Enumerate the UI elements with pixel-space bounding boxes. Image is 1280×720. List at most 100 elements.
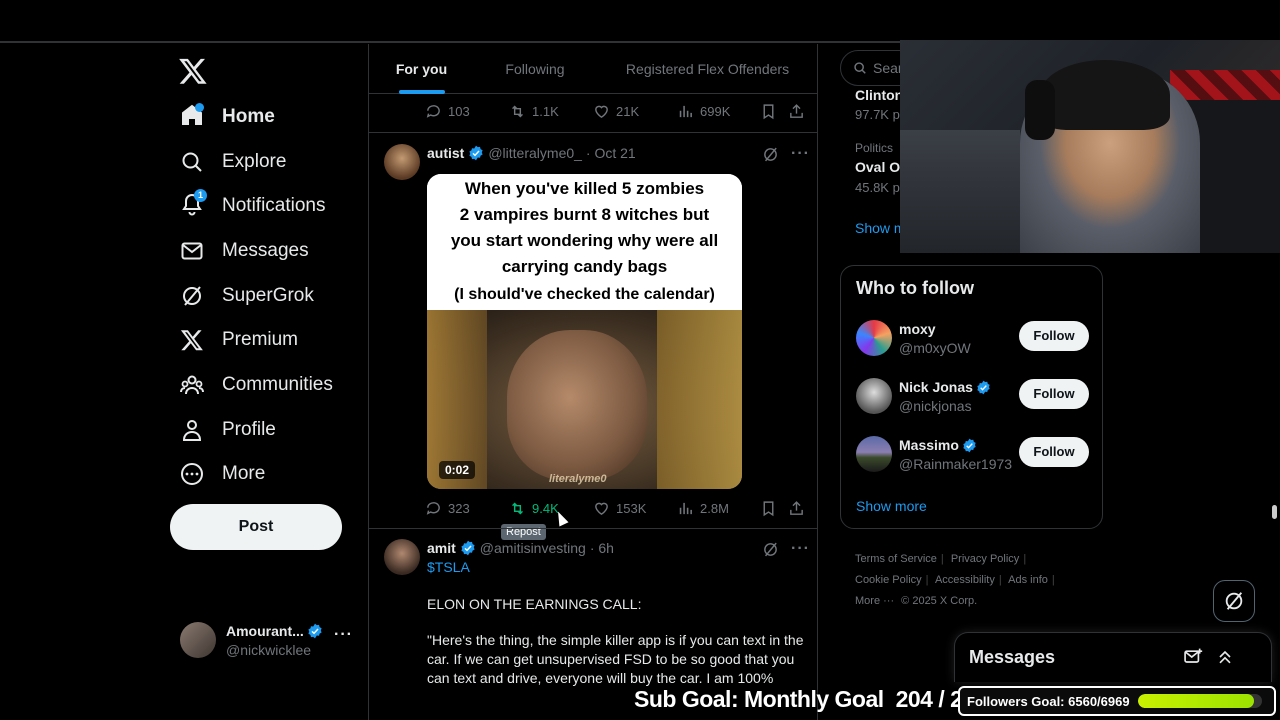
- heart-icon: [595, 502, 608, 516]
- messages-title: Messages: [969, 647, 1056, 667]
- more-icon[interactable]: ···: [791, 145, 810, 163]
- mail-icon: [181, 242, 203, 260]
- nav-item-communities[interactable]: Communities: [180, 370, 333, 400]
- grok-icon[interactable]: [762, 541, 779, 558]
- show-more-link[interactable]: Show more: [856, 498, 927, 514]
- post-button[interactable]: Post: [170, 504, 342, 550]
- nav-label: More: [222, 463, 266, 484]
- follow-suggestion[interactable]: moxy @m0xyOW Follow: [856, 318, 1096, 358]
- grok-icon: [183, 286, 201, 306]
- nav-item-notifications[interactable]: 1 Notifications: [180, 188, 326, 221]
- tweet-author-handle[interactable]: @litteralyme0_: [488, 145, 582, 161]
- account-switcher[interactable]: Amourant... @nickwicklee ···: [180, 620, 355, 660]
- repost-icon: [512, 105, 523, 118]
- reply-icon: [426, 502, 440, 515]
- chevron-up-double-icon[interactable]: [1215, 647, 1235, 667]
- nav-label: Premium: [222, 329, 299, 350]
- nav-label: Explore: [222, 151, 287, 172]
- more-icon[interactable]: ···: [791, 540, 810, 558]
- reply-icon: [426, 105, 440, 118]
- share-button[interactable]: [788, 500, 805, 517]
- new-message-icon[interactable]: [1183, 647, 1203, 667]
- bookmark-button[interactable]: [760, 103, 777, 120]
- nav-item-premium[interactable]: Premium: [180, 325, 298, 355]
- search-icon: [854, 62, 866, 74]
- footer-link[interactable]: Terms of Service: [855, 553, 937, 565]
- footer-link[interactable]: Cookie Policy: [855, 574, 922, 586]
- followers-goal-bar: Followers Goal: 6560/6969: [958, 686, 1276, 716]
- verified-badge-icon: [461, 540, 475, 556]
- tab-following[interactable]: Following: [474, 44, 596, 94]
- footer-link[interactable]: More ···: [855, 595, 894, 607]
- views-icon: [679, 105, 692, 118]
- repost-button[interactable]: 9.4K: [509, 500, 559, 517]
- nav-item-messages[interactable]: Messages: [180, 236, 309, 266]
- suggestion-name-text: Nick Jonas: [899, 379, 973, 395]
- follow-button[interactable]: Follow: [1019, 379, 1089, 409]
- reply-button[interactable]: 103: [425, 103, 470, 120]
- follow-button[interactable]: Follow: [1019, 321, 1089, 351]
- nav-item-profile[interactable]: Profile: [180, 415, 276, 445]
- heart-icon: [595, 105, 608, 119]
- divider: [369, 132, 817, 133]
- reply-count: 323: [448, 501, 470, 516]
- suggestion-name-text: moxy: [899, 321, 936, 337]
- like-button[interactable]: 21K: [593, 103, 639, 120]
- tab-for-you[interactable]: For you: [369, 44, 474, 94]
- suggestion-name-text: Massimo: [899, 437, 959, 453]
- video-subject: [507, 330, 647, 480]
- repost-button[interactable]: 1.1K: [509, 103, 559, 120]
- headphones-icon: [1025, 80, 1055, 140]
- cashtag-link[interactable]: $TSLA: [427, 559, 470, 575]
- tab-registered-flex-offenders[interactable]: Registered Flex Offenders: [596, 44, 817, 94]
- messages-drawer[interactable]: Messages: [954, 632, 1272, 682]
- tweet-timestamp[interactable]: · 6h: [590, 540, 614, 556]
- trend-title[interactable]: Clinton: [855, 87, 903, 103]
- tweet-author-name[interactable]: amit: [427, 540, 456, 556]
- suggestion-name: moxy: [899, 321, 936, 337]
- repost-icon: [512, 502, 523, 515]
- grok-icon[interactable]: [762, 146, 779, 163]
- video-caption: When you've killed 5 zombies 2 vampires …: [427, 174, 742, 310]
- tab-label: For you: [395, 61, 448, 77]
- reply-button[interactable]: 323: [425, 500, 470, 517]
- repost-tooltip: Repost: [501, 524, 546, 540]
- tweet-timestamp[interactable]: · Oct 21: [586, 145, 636, 161]
- tweet-author-name[interactable]: autist: [427, 145, 464, 161]
- tab-label: Registered Flex Offenders: [625, 61, 790, 77]
- avatar: [180, 622, 216, 658]
- grok-button[interactable]: [1213, 580, 1255, 622]
- timeline-tabs: For you Following Registered Flex Offend…: [369, 44, 817, 94]
- timeline: For you Following Registered Flex Offend…: [368, 44, 818, 720]
- copyright: © 2025 X Corp.: [901, 595, 978, 607]
- trend-title[interactable]: Oval O: [855, 159, 900, 175]
- scrollbar[interactable]: [1272, 505, 1277, 519]
- more-icon[interactable]: ···: [334, 626, 353, 644]
- like-button[interactable]: 153K: [593, 500, 646, 517]
- footer-link[interactable]: Ads info: [1008, 574, 1048, 586]
- tweet-video[interactable]: When you've killed 5 zombies 2 vampires …: [427, 174, 742, 489]
- followers-progress-fill: [1137, 694, 1255, 708]
- footer-link[interactable]: Privacy Policy: [951, 553, 1019, 565]
- views-button[interactable]: 699K: [677, 103, 730, 120]
- tweet-author-handle[interactable]: @amitisinvesting: [480, 540, 586, 556]
- nav-label: Profile: [222, 419, 276, 440]
- views-button[interactable]: 2.8M: [677, 500, 729, 517]
- share-button[interactable]: [788, 103, 805, 120]
- x-logo-icon[interactable]: [178, 56, 208, 86]
- follow-suggestion[interactable]: Nick Jonas @nickjonas Follow: [856, 376, 1096, 416]
- share-icon: [790, 501, 803, 515]
- avatar[interactable]: [384, 144, 420, 180]
- nav-item-explore[interactable]: Explore: [180, 147, 286, 177]
- avatar: [856, 378, 892, 414]
- nav-item-more[interactable]: More: [180, 459, 265, 489]
- footer-link[interactable]: Accessibility: [935, 574, 995, 586]
- bookmark-button[interactable]: [760, 500, 777, 517]
- top-bar: [0, 0, 1280, 43]
- follow-button[interactable]: Follow: [1019, 437, 1089, 467]
- tweet-text: "Here's the thing, the simple killer app…: [427, 632, 804, 686]
- follow-suggestion[interactable]: Massimo @Rainmaker1973 Follow: [856, 434, 1096, 474]
- avatar[interactable]: [384, 539, 420, 575]
- nav-item-supergrok[interactable]: SuperGrok: [180, 281, 314, 311]
- nav-item-home[interactable]: Home: [180, 102, 275, 132]
